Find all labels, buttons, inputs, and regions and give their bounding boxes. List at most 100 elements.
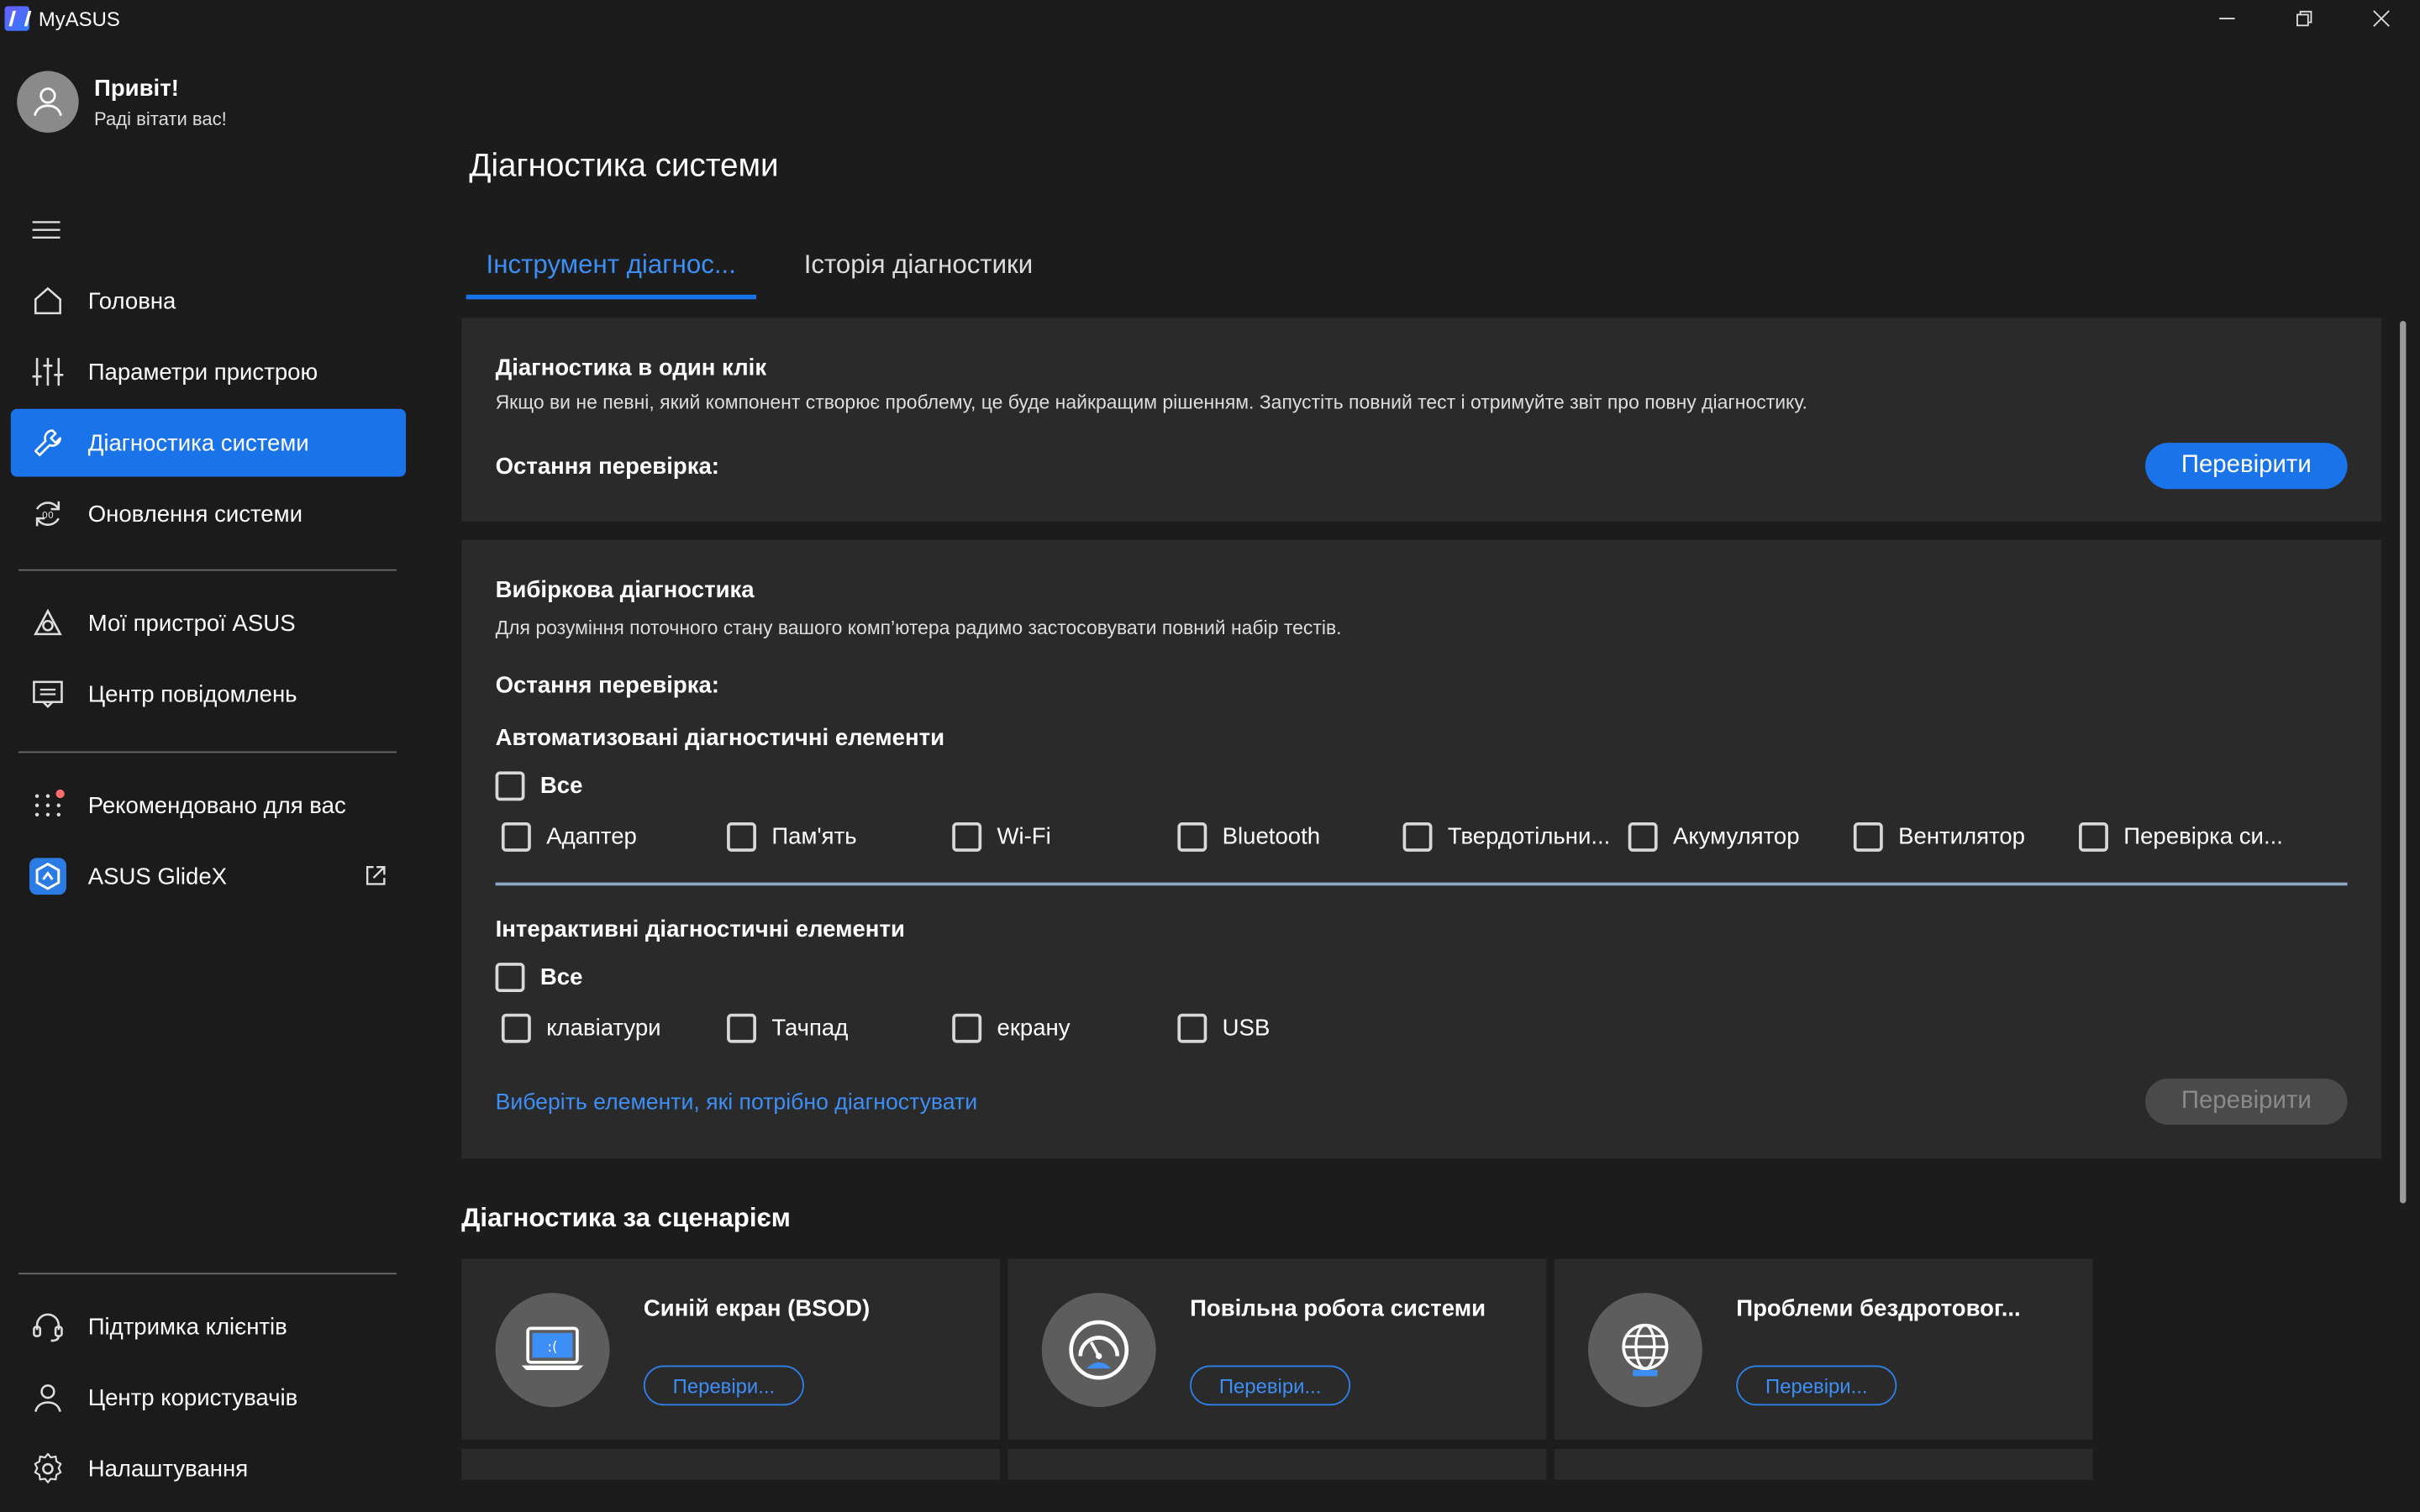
custom-diagnosis-card: Вибіркова діагностика Для розуміння пото… (461, 539, 2382, 1159)
user-icon (29, 1379, 66, 1416)
sidebar-item-label: Діагностика системи (87, 429, 309, 456)
auto-items-title: Автоматизовані діагностичні елементи (495, 725, 945, 752)
sidebar-divider (18, 751, 397, 753)
scenario-card-title: Синій екран (BSOD) (643, 1295, 871, 1323)
sidebar-item-customer-support[interactable]: Підтримка клієнтів (11, 1293, 406, 1361)
tab-bar: Інструмент діагнос... Історія діагностик… (466, 244, 1053, 300)
update-icon: 00 (29, 496, 66, 533)
scenario-check-button[interactable]: Перевіри... (1736, 1365, 1897, 1406)
sliders-icon (29, 354, 66, 391)
select-items-hint: Виберіть елементи, які потрібно діагност… (495, 1090, 978, 1116)
sidebar-item-glidex[interactable]: ASUS GlideX (11, 843, 406, 911)
sidebar-item-label: Мої пристрої ASUS (87, 610, 296, 637)
sidebar-item-label: Параметри пристрою (87, 359, 318, 386)
sidebar-item-label: Головна (87, 287, 176, 314)
sidebar-item-device-settings[interactable]: Параметри пристрою (11, 338, 406, 406)
notification-dot (55, 789, 65, 799)
sidebar-item-message-center[interactable]: Центр повідомлень (11, 660, 406, 728)
tab-diagnostic-history[interactable]: Історія діагностики (784, 244, 1053, 299)
globe-icon (1587, 1293, 1702, 1408)
restore-icon (2296, 10, 2312, 27)
interactive-item-touchpad-checkbox[interactable]: Тачпад (727, 1013, 848, 1043)
scenario-card-title: Повільна робота системи (1190, 1295, 1486, 1323)
sidebar-item-my-devices[interactable]: Мої пристрої ASUS (11, 590, 406, 658)
sidebar-item-system-diagnosis[interactable]: Діагностика системи (10, 408, 407, 477)
sidebar-item-system-update[interactable]: 00 Оновлення системи (11, 480, 406, 548)
section-divider (495, 882, 2348, 886)
auto-item-bluetooth-checkbox[interactable]: Bluetooth (1177, 822, 1320, 852)
auto-item-ssd-checkbox[interactable]: Твердотільни... (1402, 822, 1610, 852)
sidebar-item-label: Підтримка клієнтів (87, 1313, 287, 1341)
headset-icon (29, 1309, 66, 1346)
one-click-diagnosis-card: Діагностика в один клік Якщо ви не певні… (461, 318, 2382, 522)
main-content: Діагностика системи Інструмент діагнос..… (416, 37, 2420, 1512)
hamburger-menu-icon[interactable] (32, 219, 60, 241)
scrollbar[interactable] (2400, 321, 2407, 1204)
bsod-laptop-icon: :( (495, 1293, 610, 1408)
auto-item-memory-checkbox[interactable]: Пам'ять (727, 822, 857, 852)
auto-item-fan-checkbox[interactable]: Вентилятор (1853, 822, 2025, 852)
custom-description: Для розуміння поточного стану вашого ком… (495, 617, 1342, 639)
user-profile[interactable]: Привіт! Раді вітати вас! (17, 71, 227, 133)
scenario-section-title: Діагностика за сценарієм (461, 1203, 791, 1233)
interactive-item-screen-checkbox[interactable]: екрану (952, 1013, 1071, 1043)
restore-button[interactable] (2265, 0, 2343, 37)
interactive-item-keyboard-checkbox[interactable]: клавіатури (501, 1013, 661, 1043)
auto-item-battery-checkbox[interactable]: Акумулятор (1628, 822, 1800, 852)
custom-last-check: Остання перевірка: (495, 672, 719, 700)
sidebar-item-label: Рекомендовано для вас (87, 792, 346, 819)
minimize-icon (2219, 18, 2235, 19)
message-icon (29, 675, 66, 712)
svg-text::(: :( (548, 1339, 558, 1355)
one-click-last-check: Остання перевірка: (495, 453, 719, 480)
greeting-title: Привіт! (94, 75, 179, 102)
one-click-title: Діагностика в один клік (495, 354, 767, 381)
title-bar: MyASUS (0, 0, 2420, 38)
scenario-card-partial (461, 1448, 1001, 1480)
one-click-check-button[interactable]: Перевірити (2145, 443, 2348, 490)
sidebar-item-label: Налаштування (87, 1455, 249, 1483)
sidebar-item-recommended[interactable]: Рекомендовано для вас (11, 771, 406, 839)
scenario-check-button[interactable]: Перевіри... (1190, 1365, 1351, 1406)
avatar[interactable] (17, 71, 79, 133)
one-click-description: Якщо ви не певні, який компонент створює… (495, 391, 1807, 414)
sidebar-divider (18, 569, 397, 571)
sidebar-item-label: Оновлення системи (87, 501, 302, 528)
auto-item-system-check-checkbox[interactable]: Перевірка си... (2079, 822, 2283, 852)
gear-icon (29, 1450, 66, 1487)
custom-check-button[interactable]: Перевірити (2145, 1078, 2348, 1125)
window-title: MyASUS (38, 7, 120, 30)
page-title: Діагностика системи (469, 148, 779, 184)
auto-item-adapter-checkbox[interactable]: Адаптер (501, 822, 637, 852)
scenario-card-title: Проблеми бездротовог... (1736, 1295, 2021, 1323)
user-icon (33, 87, 62, 117)
close-button[interactable] (2343, 0, 2420, 37)
scenario-check-button[interactable]: Перевіри... (643, 1365, 804, 1406)
interactive-item-usb-checkbox[interactable]: USB (1177, 1013, 1270, 1043)
home-icon (29, 282, 66, 319)
scenario-card-slow-system: Повільна робота системи Перевіри... (1007, 1258, 1547, 1440)
tab-diagnostic-tool[interactable]: Інструмент діагнос... (466, 244, 756, 300)
scenario-card-bsod: :( Синій екран (BSOD) Перевіри... (461, 1258, 1001, 1440)
close-icon (2373, 10, 2390, 27)
devices-icon (29, 605, 66, 642)
scenario-card-wireless: Проблеми бездротовог... Перевіри... (1554, 1258, 2093, 1440)
interactive-items-title: Інтерактивні діагностичні елементи (495, 916, 905, 943)
greeting-subtitle: Раді вітати вас! (94, 107, 227, 129)
scenario-card-partial (1554, 1448, 2093, 1480)
glidex-icon (29, 858, 66, 895)
speedometer-icon (1041, 1293, 1156, 1408)
interactive-all-checkbox[interactable]: Все (495, 963, 582, 992)
external-link-icon (364, 864, 387, 894)
dots-grid-icon (29, 787, 66, 824)
svg-text:00: 00 (42, 510, 54, 521)
sidebar: Привіт! Раді вітати вас! Головна Парамет… (0, 37, 417, 1512)
scenario-card-partial (1007, 1448, 1547, 1480)
sidebar-item-label: Центр повідомлень (87, 680, 297, 708)
auto-all-checkbox[interactable]: Все (495, 771, 582, 801)
sidebar-item-home[interactable]: Головна (11, 267, 406, 335)
auto-item-wifi-checkbox[interactable]: Wi-Fi (952, 822, 1051, 852)
sidebar-item-user-center[interactable]: Центр користувачів (11, 1364, 406, 1432)
minimize-button[interactable] (2188, 0, 2265, 37)
sidebar-item-settings[interactable]: Налаштування (11, 1435, 406, 1503)
